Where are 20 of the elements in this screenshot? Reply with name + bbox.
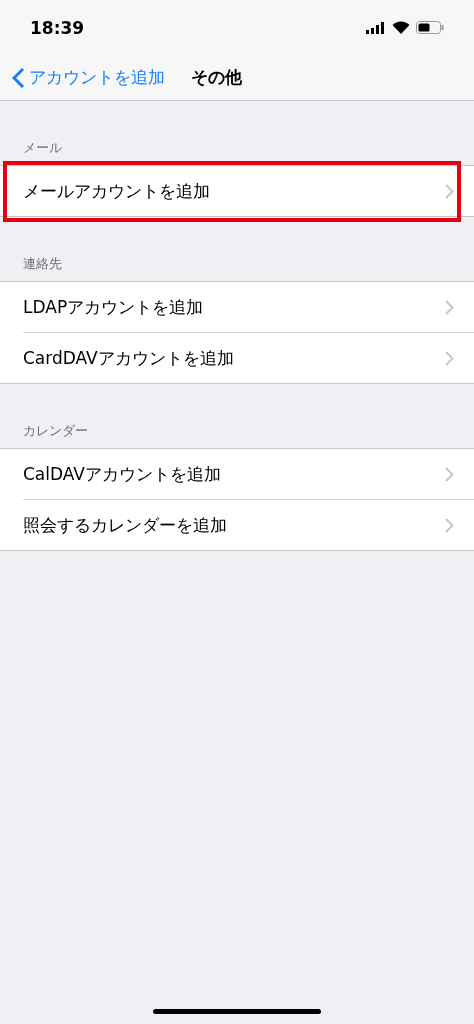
nav-title: その他	[191, 66, 242, 89]
settings-row[interactable]: 照会するカレンダーを追加	[0, 500, 474, 550]
chevron-right-icon	[445, 350, 454, 366]
back-button[interactable]: アカウントを追加	[12, 66, 165, 89]
section-header: メール	[22, 139, 63, 157]
settings-row[interactable]: CalDAVアカウントを追加	[0, 449, 474, 499]
section-header: カレンダー	[22, 422, 89, 440]
chevron-right-icon	[445, 517, 454, 533]
status-time: 18:39	[30, 17, 85, 38]
chevron-left-icon	[12, 66, 25, 89]
settings-row[interactable]: CardDAVアカウントを追加	[0, 333, 474, 383]
chevron-right-icon	[445, 299, 454, 315]
wifi-icon	[392, 21, 410, 34]
signal-icon	[366, 21, 386, 34]
battery-icon	[416, 21, 444, 34]
chevron-right-icon	[445, 466, 454, 482]
settings-row[interactable]: LDAPアカウントを追加	[0, 282, 474, 332]
settings-row[interactable]: メールアカウントを追加	[0, 166, 474, 216]
chevron-right-icon	[445, 183, 454, 199]
section-header: 連絡先	[22, 255, 63, 273]
